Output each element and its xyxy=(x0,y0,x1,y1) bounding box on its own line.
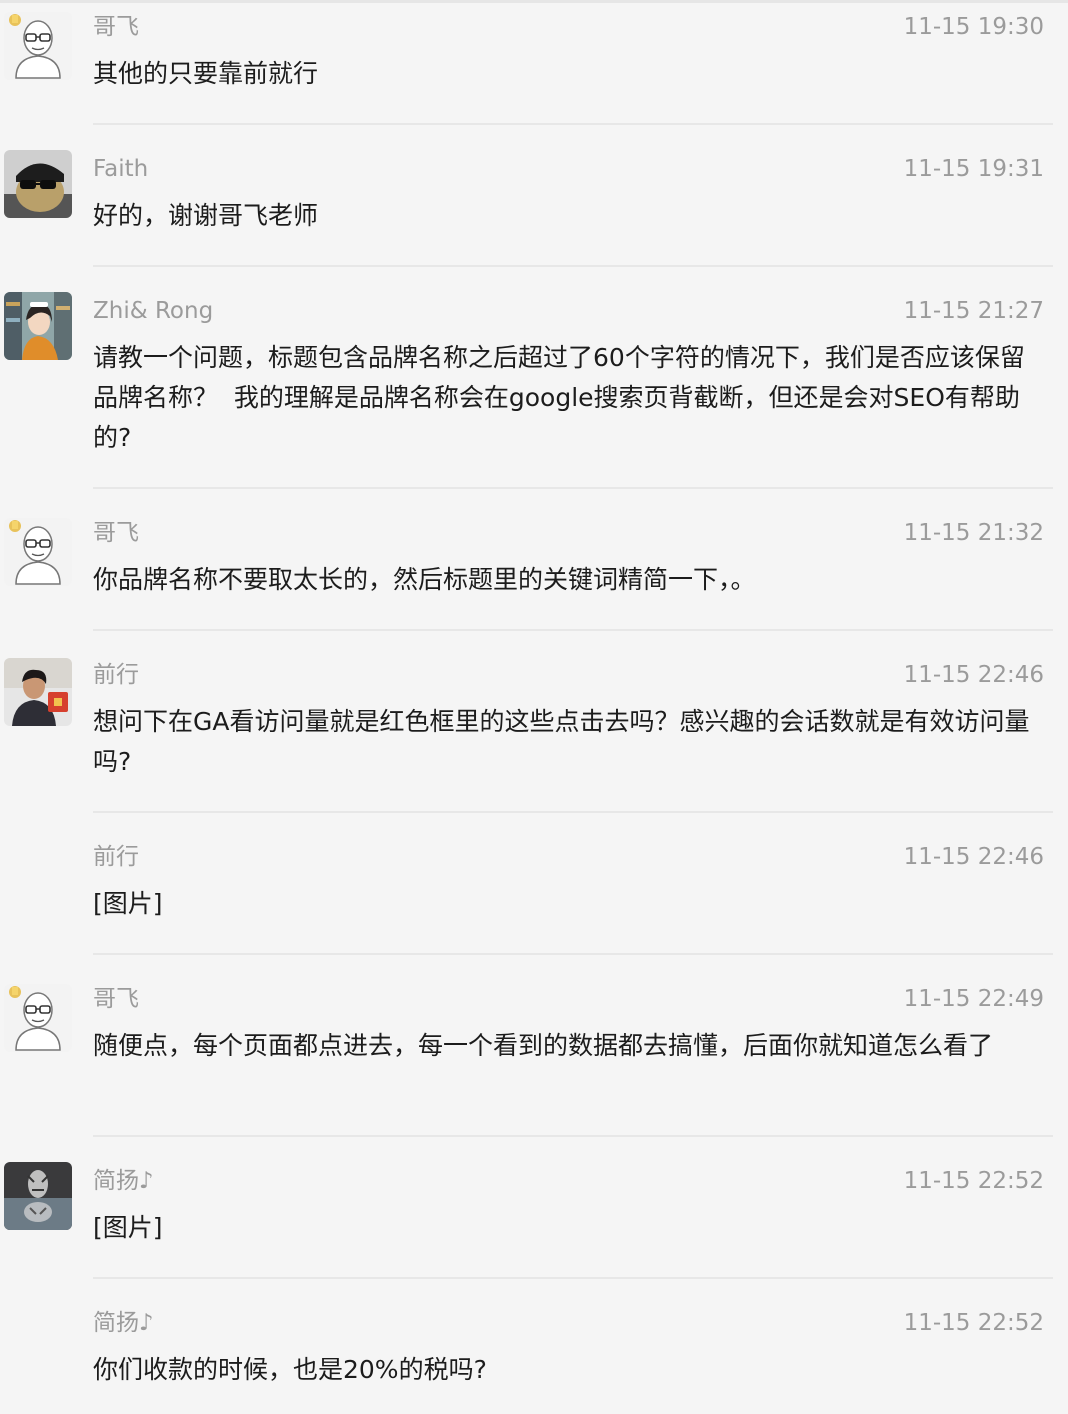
gefei-avatar[interactable] xyxy=(4,984,72,1052)
chat-message-list[interactable]: 哥飞 11-15 19:30 其他的只要靠前就行 Faith 11-15 19:… xyxy=(0,0,1068,1414)
image-placeholder-text[interactable]: [图片] xyxy=(93,884,1048,924)
message-timestamp: 11-15 22:46 xyxy=(903,662,1044,688)
top-divider xyxy=(0,0,1068,3)
message-divider xyxy=(93,487,1053,489)
message-timestamp: 11-15 19:30 xyxy=(903,14,1044,40)
message-timestamp: 11-15 21:27 xyxy=(903,298,1044,324)
message-text: 随便点，每个页面都点进去，每一个看到的数据都去搞懂，后面你就知道怎么看了 xyxy=(93,1031,994,1060)
message-timestamp: 11-15 22:49 xyxy=(903,986,1044,1012)
message-timestamp: 11-15 22:46 xyxy=(903,844,1044,870)
sender-name: 哥飞 xyxy=(93,520,139,546)
sender-name: 简扬♪ xyxy=(93,1168,154,1194)
message-text: 你品牌名称不要取太长的，然后标题里的关键词精简一下，。 xyxy=(93,565,756,594)
message-timestamp: 11-15 22:52 xyxy=(903,1310,1044,1336)
sender-name: 前行 xyxy=(93,844,139,870)
message-timestamp: 11-15 22:52 xyxy=(903,1168,1044,1194)
message-divider xyxy=(93,629,1053,631)
message-divider xyxy=(93,1135,1053,1137)
faith-avatar[interactable] xyxy=(4,150,72,218)
sender-name: 哥飞 xyxy=(93,14,139,40)
sender-name: Zhi& Rong xyxy=(93,298,214,324)
message-divider xyxy=(93,811,1053,813)
qianxing-avatar[interactable] xyxy=(4,658,72,726)
image-placeholder-text[interactable]: [图片] xyxy=(93,1208,1048,1248)
sender-name: Faith xyxy=(93,156,149,182)
message-divider xyxy=(93,953,1053,955)
zhirong-avatar[interactable] xyxy=(4,292,72,360)
sender-name: 前行 xyxy=(93,662,139,688)
gefei-avatar[interactable] xyxy=(4,518,72,586)
sender-name: 简扬♪ xyxy=(93,1310,154,1336)
gefei-avatar[interactable] xyxy=(4,12,72,80)
sender-name: 哥飞 xyxy=(93,986,139,1012)
jianyang-avatar[interactable] xyxy=(4,1162,72,1230)
message-divider xyxy=(93,123,1053,125)
message-divider xyxy=(93,265,1053,267)
message-text: 你们收款的时候，也是20%的税吗? xyxy=(93,1355,487,1384)
message-text: 想问下在GA看访问量就是红色框里的这些点击去吗？感兴趣的会话数就是有效访问量吗? xyxy=(93,707,1030,776)
message-text: 请教一个问题，标题包含品牌名称之后超过了60个字符的情况下，我们是否应该保留品牌… xyxy=(93,343,1025,452)
message-text: 其他的只要靠前就行 xyxy=(93,59,319,88)
message-timestamp: 11-15 21:32 xyxy=(903,520,1044,546)
message-timestamp: 11-15 19:31 xyxy=(903,156,1044,182)
message-divider xyxy=(93,1277,1053,1279)
message-text: 好的，谢谢哥飞老师 xyxy=(93,201,319,230)
